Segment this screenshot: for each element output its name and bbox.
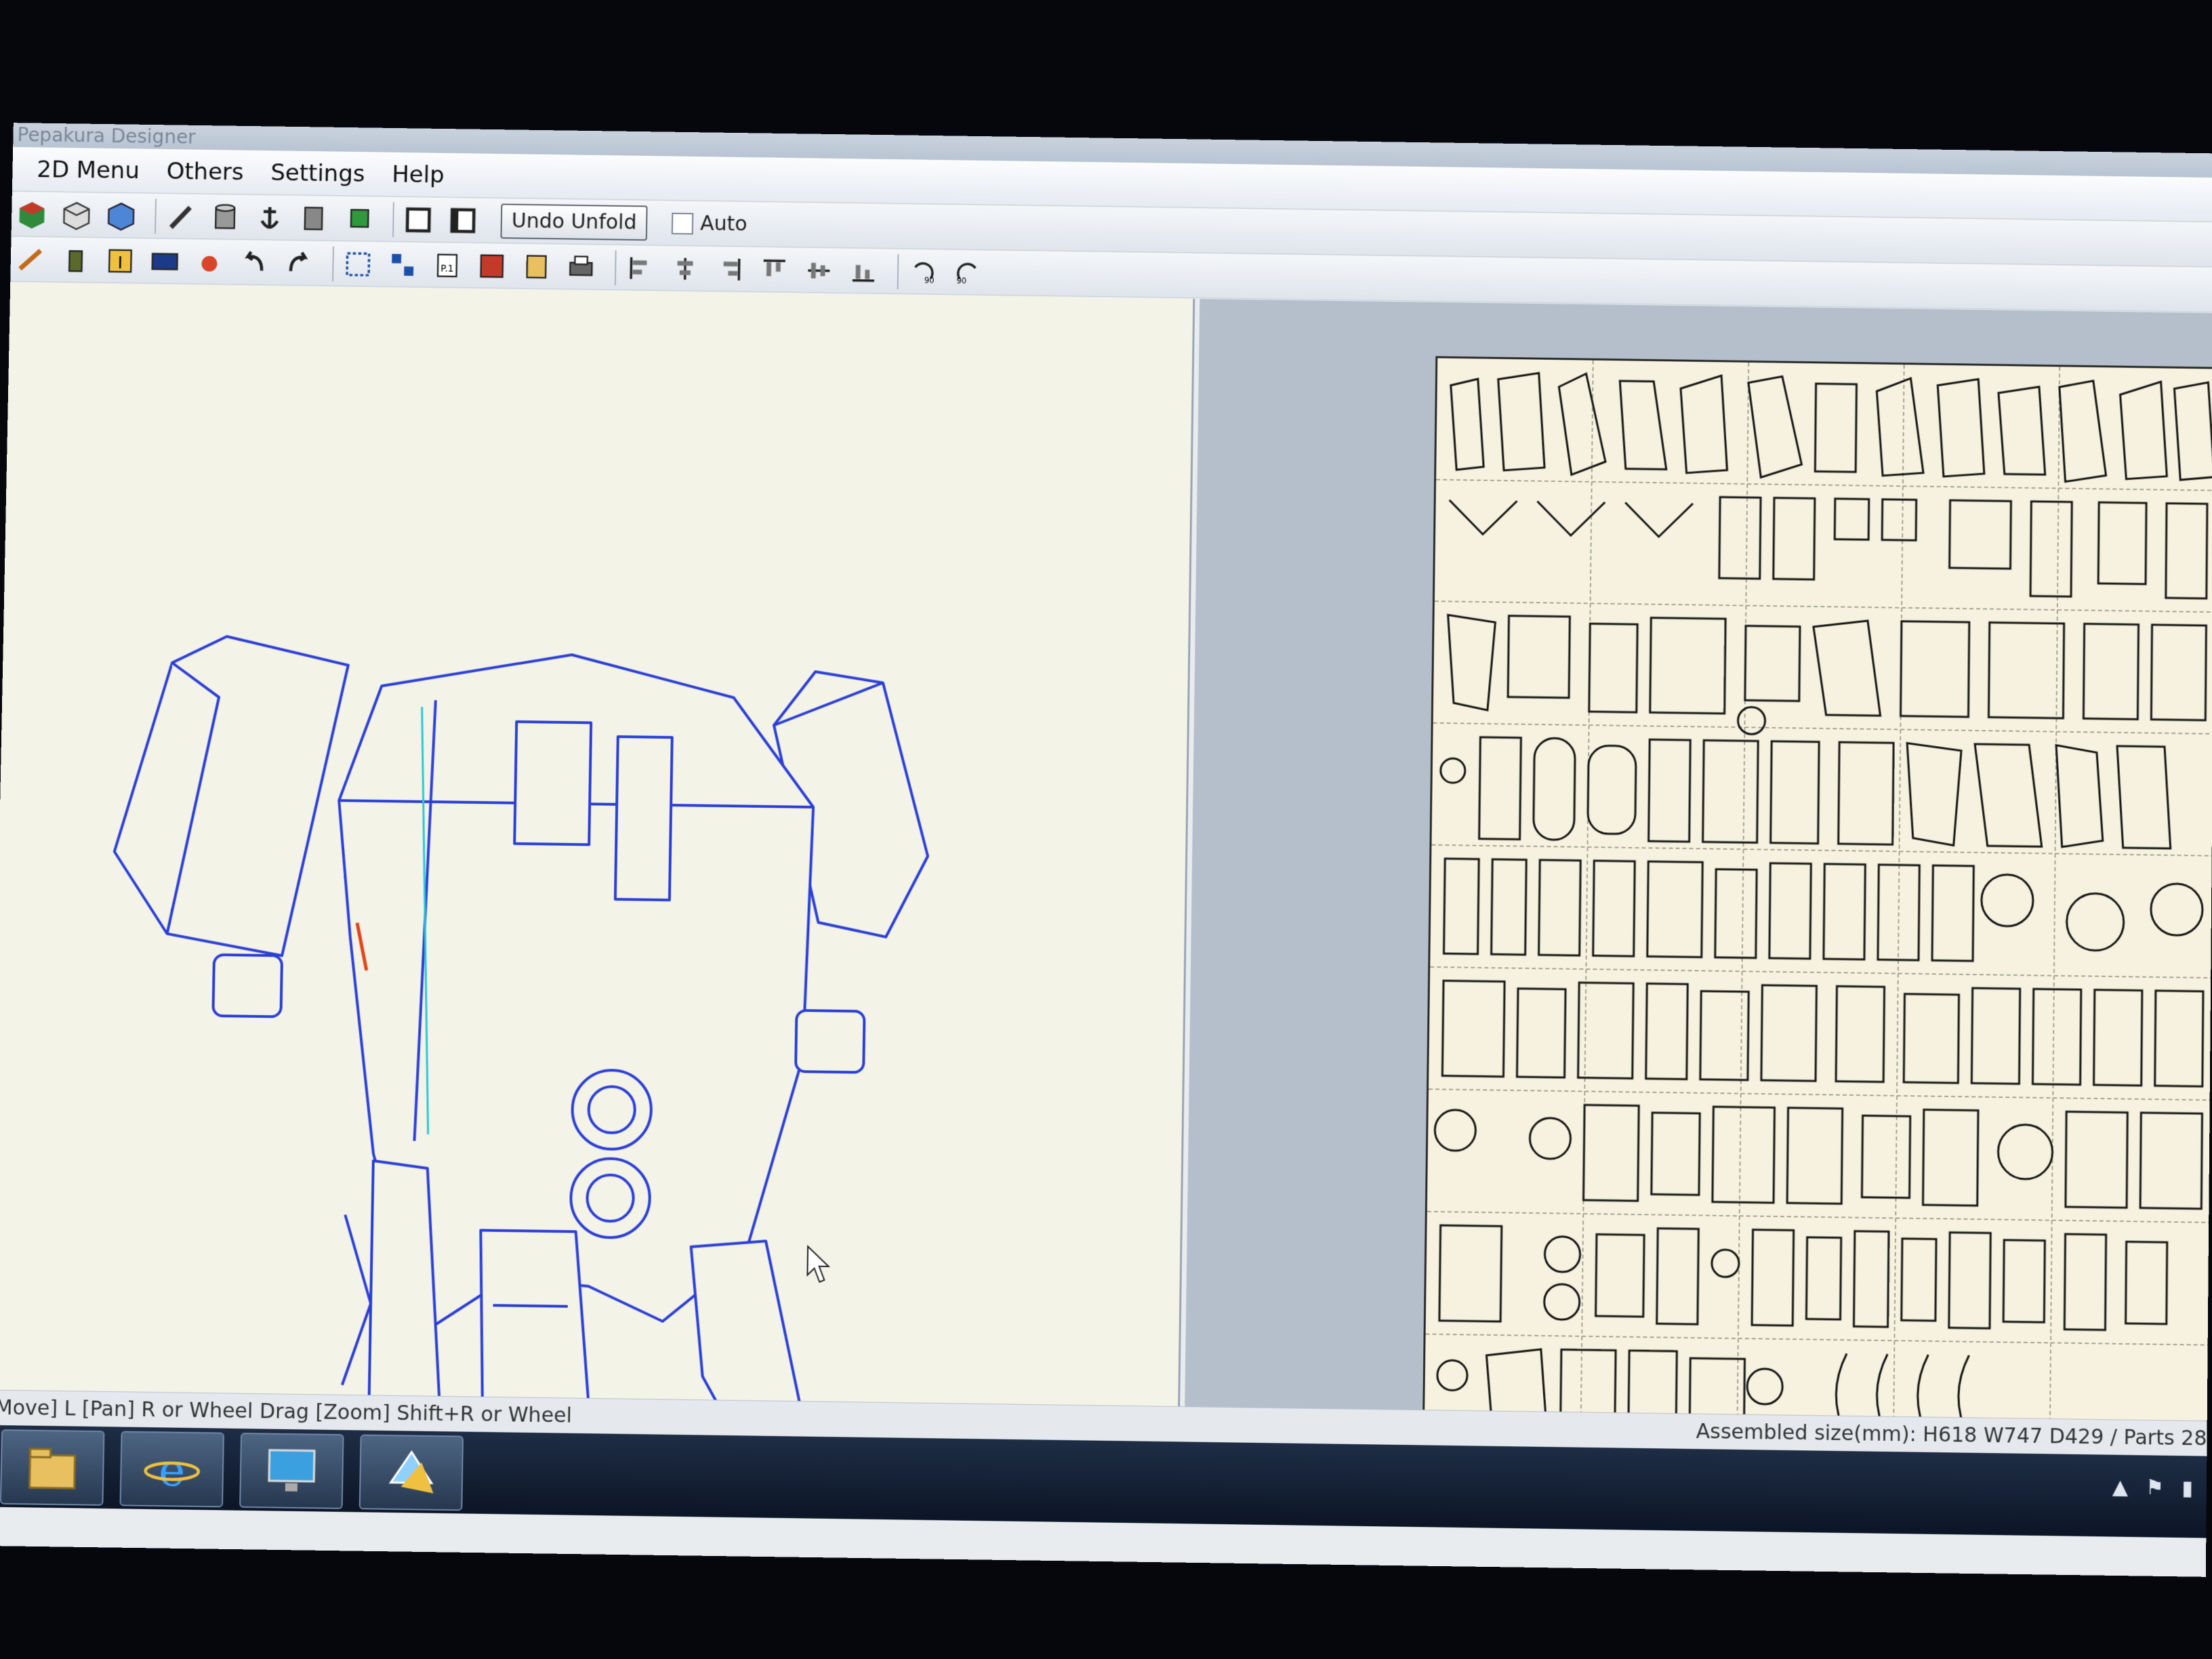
app-screen: Pepakura Designer 2D Menu Others Setting… (0, 123, 2212, 1577)
unfolded-parts-drawing (1425, 359, 2212, 1454)
auto-label: Auto (699, 211, 747, 237)
3d-view-panel[interactable] (0, 282, 1195, 1577)
text-icon[interactable]: I (102, 243, 138, 278)
tray-arrow-icon[interactable]: ▲ (2112, 1475, 2128, 1500)
toolbar-separator (155, 198, 157, 234)
menu-2d-menu[interactable]: 2D Menu (37, 156, 140, 184)
pepakura-icon (380, 1441, 443, 1494)
3d-model-wireframe (0, 283, 929, 1577)
system-tray: ▲ ⚑ ▮ (2112, 1475, 2193, 1500)
unfolded-parts-sheet[interactable] (1422, 356, 2212, 1456)
svg-text:90: 90 (924, 275, 935, 285)
undo-icon[interactable] (236, 245, 272, 280)
clipboard-icon[interactable] (518, 249, 554, 284)
wire-cube-icon[interactable] (58, 197, 94, 232)
bookmark-icon[interactable] (296, 201, 332, 236)
cylinder-icon[interactable] (207, 199, 243, 234)
align-center-icon[interactable] (668, 251, 703, 286)
rotate-right-90-icon[interactable]: 90 (949, 255, 985, 290)
menu-settings[interactable]: Settings (270, 159, 365, 188)
tray-power-icon[interactable]: ▮ (2182, 1476, 2193, 1500)
window-title: Pepakura Designer (17, 123, 196, 148)
folder-icon (21, 1437, 83, 1499)
redo-icon[interactable] (281, 245, 316, 281)
align-left-icon[interactable] (623, 250, 659, 285)
group-icon[interactable] (385, 247, 421, 282)
tray-flag-icon[interactable]: ⚑ (2146, 1476, 2164, 1500)
brush-icon[interactable] (13, 242, 49, 277)
align-middle-icon[interactable] (801, 253, 837, 288)
shaded-cube-icon[interactable] (103, 198, 139, 233)
window-frame-icon[interactable] (401, 202, 436, 237)
toolbar-separator (332, 246, 334, 281)
page-icon[interactable]: P.1 (430, 247, 466, 283)
window-split-icon[interactable] (445, 203, 481, 238)
auto-checkbox[interactable] (672, 212, 694, 234)
pencil-icon[interactable] (163, 199, 199, 234)
image-icon[interactable] (147, 243, 183, 279)
taskbar-ie-button[interactable]: e (119, 1431, 225, 1508)
menu-help[interactable]: Help (392, 161, 445, 188)
glue-icon[interactable] (58, 242, 94, 277)
print-icon[interactable] (563, 249, 599, 285)
taskbar-explorer-button[interactable] (0, 1429, 105, 1506)
taskbar-display-button[interactable] (239, 1433, 344, 1509)
toolbar-separator (614, 249, 617, 285)
align-bottom-icon[interactable] (846, 253, 882, 289)
toolbar-separator (392, 201, 394, 237)
svg-text:P.1: P.1 (441, 263, 454, 274)
internet-explorer-icon: e (141, 1443, 203, 1497)
auto-checkbox-wrap[interactable]: Auto (672, 211, 747, 236)
align-top-icon[interactable] (756, 252, 792, 287)
mouse-cursor-icon (806, 1245, 834, 1286)
paint-icon[interactable] (192, 244, 228, 279)
status-hint: /Move] L [Pan] R or Wheel Drag [Zoom] Sh… (0, 1395, 573, 1428)
status-assembled-size: Assembled size(mm): H618 W747 D429 / Par… (1696, 1419, 2207, 1451)
2d-view-panel[interactable] (1185, 299, 2212, 1456)
color-cube-icon[interactable] (14, 197, 50, 232)
menu-others[interactable]: Others (166, 157, 244, 185)
svg-text:90: 90 (956, 276, 966, 285)
anchor-icon[interactable] (252, 200, 288, 235)
save-icon[interactable] (474, 248, 510, 283)
svg-text:I: I (117, 253, 123, 272)
align-right-icon[interactable] (712, 251, 747, 287)
toolbar-separator (897, 253, 899, 289)
undo-unfold-button[interactable]: Undo Unfold (500, 203, 648, 241)
select-icon[interactable] (340, 246, 376, 281)
green-box-icon[interactable] (341, 201, 377, 237)
rotate-left-90-icon[interactable]: 90 (905, 254, 941, 289)
svg-text:e: e (158, 1443, 186, 1496)
taskbar-pepakura-button[interactable] (359, 1434, 464, 1511)
display-icon (260, 1440, 323, 1492)
